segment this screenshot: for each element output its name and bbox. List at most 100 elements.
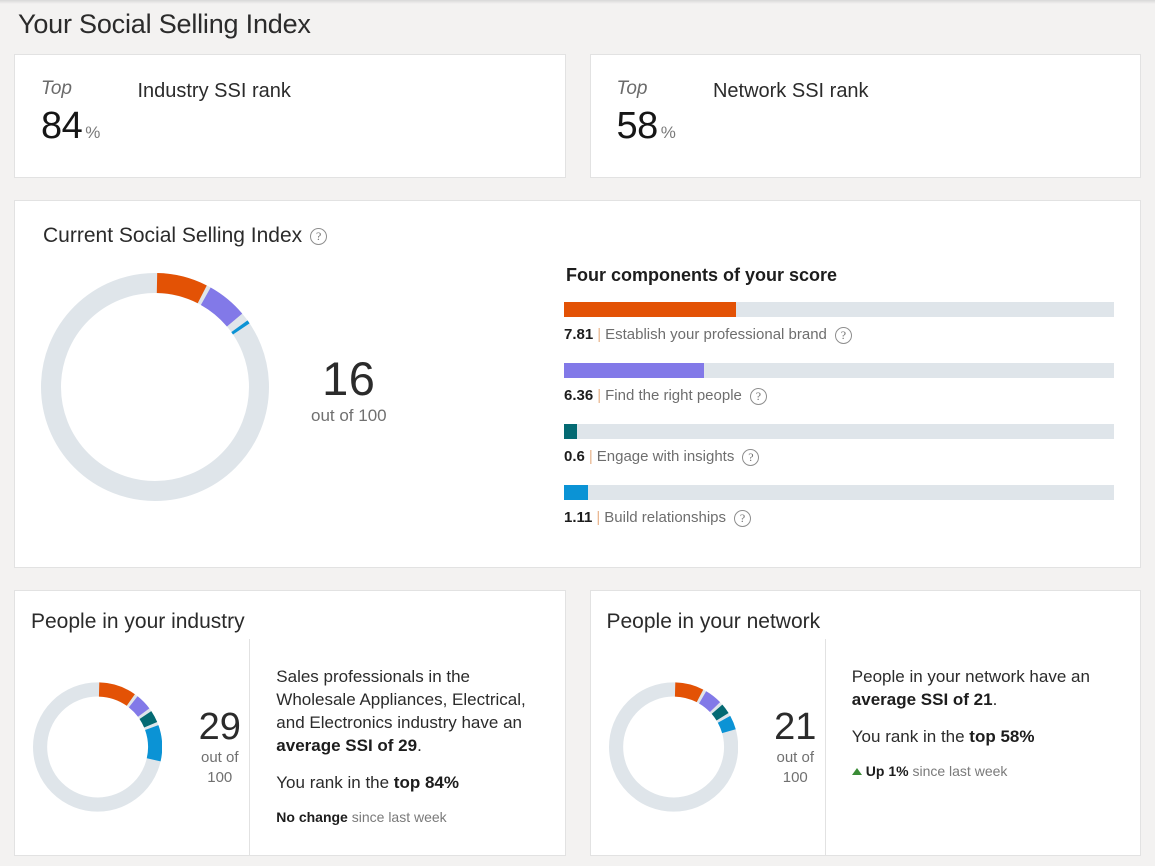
component-label-text: Build relationships <box>604 509 727 526</box>
current-ssi-card-title: Current Social Selling Index <box>43 224 303 247</box>
industry-chart-area: 29 out of 100 <box>15 639 249 855</box>
network-rank-prefix: You rank in the <box>851 727 970 746</box>
industry-description: Sales professionals in the Wholesale App… <box>276 665 544 757</box>
industry-rank-prefix: You rank in the <box>276 773 394 792</box>
network-change-suffix: since last week <box>908 763 1008 779</box>
industry-change-line: No change since last week <box>276 808 544 827</box>
industry-score: 29 <box>198 706 241 748</box>
component-bar-fill <box>564 363 704 378</box>
components-title: Four components of your score <box>566 265 838 285</box>
component-label: 0.6 | Engage with insights? <box>564 447 1114 467</box>
component-row: 7.81 | Establish your professional brand? <box>564 302 1114 345</box>
current-ssi-donut-svg <box>41 273 269 501</box>
donut-segment <box>674 682 703 703</box>
help-icon[interactable]: ? <box>834 326 852 344</box>
network-score-sub: out of 100 <box>776 749 815 786</box>
industry-change-bold: No change <box>276 809 348 825</box>
network-change-bold: Up 1% <box>865 763 909 779</box>
industry-card-body: 29 out of 100 Sales professionals in the… <box>15 639 565 855</box>
industry-text-area: Sales professionals in the Wholesale App… <box>249 639 564 855</box>
network-description: People in your network have an average S… <box>852 665 1120 711</box>
donut-segment <box>128 696 150 717</box>
industry-rank-top-label: Top <box>41 78 72 99</box>
current-ssi-card-header: Current Social Selling Index? <box>43 223 1114 249</box>
donut-segment <box>717 715 736 734</box>
donut-segment <box>200 287 243 327</box>
network-description-bold: average SSI of 21 <box>851 690 993 709</box>
component-score: 7.81 <box>564 326 594 343</box>
people-in-your-network-card: People in your network 21 out of 100 Peo… <box>589 590 1141 856</box>
component-row: 1.11 | Build relationships? <box>564 485 1114 528</box>
component-bar-fill <box>564 424 578 439</box>
help-icon[interactable]: ? <box>749 387 767 405</box>
industry-description-bold: average SSI of 29 <box>276 736 418 755</box>
component-separator: | <box>597 326 602 343</box>
rank-card-row: Top 84% Industry SSI rank Top 58% Networ… <box>14 54 1141 178</box>
industry-donut-svg <box>33 682 163 812</box>
components-list: 7.81 | Establish your professional brand? 6… <box>564 302 1114 528</box>
component-label-text: Establish your professional brand <box>605 326 827 343</box>
window-top-edge <box>0 0 1155 4</box>
component-label: 7.81 | Establish your professional brand? <box>564 325 1114 345</box>
component-row: 0.6 | Engage with insights? <box>564 424 1114 467</box>
network-donut-svg <box>608 682 738 812</box>
component-bar-fill <box>564 485 589 500</box>
donut-segment <box>698 691 720 713</box>
network-card-body: 21 out of 100 People in your network hav… <box>591 639 1141 855</box>
ssi-dashboard: Your Social Selling Index Top 84% Indust… <box>0 0 1155 866</box>
component-bar-track <box>564 363 1114 378</box>
component-score: 6.36 <box>564 387 594 404</box>
donut-segment <box>139 711 158 728</box>
donut-segment <box>711 704 729 721</box>
industry-card-title: People in your industry <box>31 610 245 633</box>
network-rank-value: 58 <box>616 105 659 147</box>
help-icon[interactable]: ? <box>742 448 760 466</box>
up-triangle-icon <box>851 768 862 775</box>
network-chart-area: 21 out of 100 <box>591 639 825 855</box>
current-ssi-body: 16 out of 100 Four components of your sc… <box>41 255 1114 546</box>
component-bar-fill <box>564 302 736 317</box>
people-in-your-industry-card: People in your industry 29 out of 100 Sa… <box>14 590 566 856</box>
industry-rank-value: 84 <box>41 105 83 147</box>
components-panel: Four components of your score 7.81 | Estab… <box>564 255 1114 546</box>
network-text-area: People in your network have an average S… <box>824 639 1140 855</box>
network-description-prefix: People in your network have an <box>851 667 1090 686</box>
component-label-text: Engage with insights <box>596 448 735 465</box>
industry-score-sub: out of 100 <box>200 749 239 786</box>
bottom-card-row: People in your industry 29 out of 100 Sa… <box>14 590 1141 856</box>
current-ssi-score: 16 <box>322 351 376 405</box>
component-separator: | <box>588 448 593 465</box>
network-change-line: Up 1% since last week <box>851 762 1120 781</box>
industry-change-suffix: since last week <box>347 809 447 825</box>
industry-rank-value-line: 84% <box>41 105 119 148</box>
donut-segment <box>144 725 163 762</box>
component-score: 1.11 <box>564 509 593 526</box>
network-description-suffix: . <box>992 690 998 709</box>
industry-score-block: 29 out of 100 <box>190 706 249 788</box>
industry-rank-percent-symbol: % <box>85 123 101 142</box>
current-ssi-donut <box>41 273 269 506</box>
current-ssi-chart-area: 16 out of 100 <box>41 255 564 506</box>
current-ssi-score-sub: out of 100 <box>311 405 387 425</box>
industry-description-prefix: Sales professionals in the Wholesale App… <box>276 667 526 732</box>
network-rank-title: Network SSI rank <box>712 80 869 102</box>
component-row: 6.36 | Find the right people? <box>564 363 1114 406</box>
industry-description-suffix: . <box>417 736 422 755</box>
donut-segment <box>156 273 207 304</box>
network-card-title: People in your network <box>606 610 821 633</box>
industry-rank-line: You rank in the top 84% <box>276 771 544 794</box>
industry-rank-bold: top 84% <box>393 773 459 792</box>
current-ssi-score-block: 16 out of 100 <box>311 351 387 427</box>
component-bar-track <box>564 424 1114 439</box>
component-label-text: Find the right people <box>605 387 742 404</box>
help-icon[interactable]: ? <box>310 227 328 245</box>
network-rank-value-block: Top 58% <box>617 77 695 148</box>
component-bar-track <box>564 485 1114 500</box>
component-score: 0.6 <box>564 448 585 465</box>
donut-segment <box>231 320 250 335</box>
help-icon[interactable]: ? <box>734 509 752 527</box>
component-separator: | <box>597 387 602 404</box>
current-ssi-card: Current Social Selling Index? 16 out of … <box>14 200 1141 568</box>
component-bar-track <box>564 302 1114 317</box>
network-score: 21 <box>774 706 817 748</box>
